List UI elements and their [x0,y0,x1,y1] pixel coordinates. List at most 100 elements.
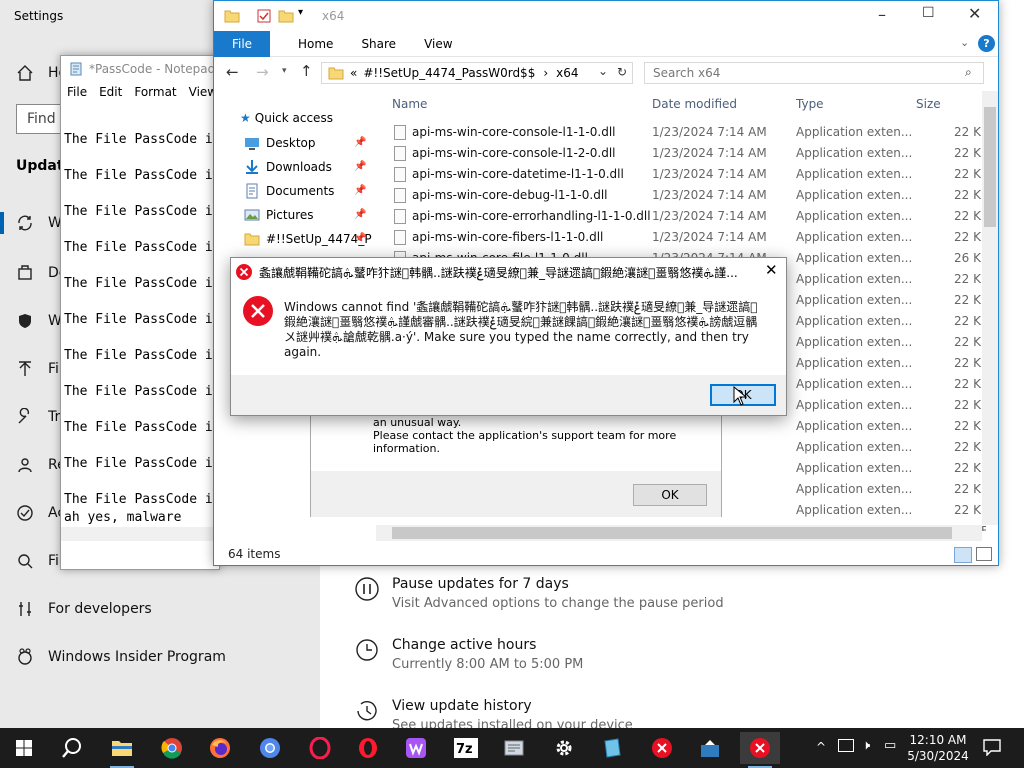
option-title: Pause updates for 7 days [392,576,569,592]
taskbar-error-app[interactable] [642,732,682,764]
taskbar-notepad[interactable] [592,732,632,764]
refresh-icon[interactable]: ↻ [617,65,627,79]
taskbar-chrome[interactable] [152,732,192,764]
taskbar-clock[interactable]: 12:10 AM 5/30/2024 [903,732,973,764]
scrollbar-thumb[interactable] [392,527,952,539]
taskbar-opera[interactable] [348,732,388,764]
properties-icon[interactable] [256,8,272,24]
tab-view[interactable]: View [424,37,452,51]
file-row[interactable]: api-ms-win-core-debug-l1-1-0.dll 1/23/202… [386,185,986,206]
bg-message-line: an unusual way. [373,416,462,429]
breadcrumb-x64[interactable]: x64 [556,66,578,80]
column-header-date[interactable]: Date modified [652,97,737,111]
nav-pictures[interactable]: Pictures [244,207,372,223]
settings-nav-developers[interactable]: For developers [16,594,152,624]
taskbar-settings[interactable] [544,732,584,764]
tab-file[interactable]: File [214,30,270,57]
settings-nav-recovery[interactable]: Re [16,450,66,480]
taskbar-installer[interactable] [690,732,730,764]
address-bar[interactable]: « #!!SetUp_4474_PassW0rd$$ › x64 ⌄ ↻ [321,62,633,84]
taskbar-file-explorer[interactable] [102,732,142,768]
details-view-icon[interactable] [954,547,972,563]
settings-nav-find-device[interactable]: Fi [16,546,59,576]
network-icon[interactable] [838,739,854,752]
quick-access-dropdown-icon[interactable]: ▾ [298,7,303,18]
pause-updates-option[interactable]: Pause updates for 7 days Visit Advanced o… [354,576,724,611]
taskbar-7zip[interactable]: 7z [446,732,486,764]
active-hours-option[interactable]: Change active hours Currently 8:00 AM to … [354,637,583,672]
help-icon[interactable]: ? [978,35,995,52]
horizontal-scrollbar[interactable] [376,525,982,541]
taskbar-chromium[interactable] [250,732,290,764]
maximize-icon[interactable]: ☐ [922,5,935,21]
close-icon[interactable]: ✕ [765,261,778,279]
settings-nav-activation[interactable]: Ac [16,498,65,528]
settings-nav-file-backup[interactable]: Fi [16,354,59,384]
recent-locations-icon[interactable]: ▾ [282,66,287,76]
settings-nav-security[interactable]: W [16,306,62,336]
notifications-icon[interactable] [982,738,1002,756]
close-icon[interactable]: ✕ [968,4,981,23]
nav-desktop[interactable]: Desktop [244,135,372,151]
notepad-titlebar[interactable]: *PassCode - Notepad [61,56,219,82]
large-icons-view-icon[interactable] [976,547,992,561]
bg-message: an unusual way. Please contact the appli… [373,416,713,455]
dll-file-icon [394,188,406,203]
tab-share[interactable]: Share [361,37,396,51]
new-folder-icon[interactable] [278,8,294,24]
nav-downloads[interactable]: Downloads [244,159,372,175]
breadcrumb-setup[interactable]: #!!SetUp_4474_PassW0rd$$ [363,66,535,80]
find-device-icon [18,554,33,569]
forward-arrow-icon[interactable]: → [256,63,269,81]
taskbar-firefox[interactable] [200,732,240,764]
file-row[interactable]: api-ms-win-core-fibers-l1-1-0.dll 1/23/20… [386,227,986,248]
file-row[interactable]: api-ms-win-core-console-l1-1-0.dll 1/23/2… [386,122,986,143]
search-input[interactable]: Search x64 ⌕ [644,62,984,84]
settings-nav-troubleshoot[interactable]: Tr [16,402,60,432]
column-header-size[interactable]: Size [916,97,941,111]
search-button[interactable] [52,732,92,764]
vertical-scrollbar[interactable] [982,91,998,525]
settings-nav-insider[interactable]: Windows Insider Program [16,642,226,672]
dll-file-icon [394,167,406,182]
file-row[interactable]: api-ms-win-core-console-l1-2-0.dll 1/23/2… [386,143,986,164]
address-dropdown-icon[interactable]: ⌄ [598,64,608,78]
taskbar-app[interactable] [494,732,534,764]
text-line: The File PassCode i [64,204,213,219]
battery-icon[interactable]: ▭ [884,738,896,753]
taskbar-opera-gx[interactable] [300,732,340,764]
settings-nav-windows-update[interactable]: W [16,208,62,238]
bg-ok-button[interactable]: OK [633,484,707,506]
breadcrumb-separator[interactable]: › [543,66,548,80]
nav-documents[interactable]: Documents [244,183,372,199]
up-arrow-icon[interactable]: ↑ [300,62,313,80]
breadcrumb-overflow[interactable]: « [350,66,357,80]
explorer-titlebar[interactable]: ▾ x64 – ☐ ✕ [214,1,998,31]
pause-icon [355,577,379,601]
pin-icon: 📌 [354,137,367,148]
nav-setup-folder[interactable]: #!!SetUp_4474_P [244,231,372,247]
notepad-text-area[interactable]: The File PassCode i The File PassCode i Th… [64,122,219,527]
taskbar-error-dialog[interactable] [740,732,780,768]
menu-edit[interactable]: Edit [99,85,122,99]
minimize-icon[interactable]: – [878,5,886,24]
start-button[interactable] [4,732,44,764]
notepad-horizontal-scrollbar[interactable] [61,527,219,541]
menu-format[interactable]: Format [134,85,176,99]
column-header-type[interactable]: Type [796,97,824,111]
tab-home[interactable]: Home [298,37,333,51]
ribbon-expand-icon[interactable]: ⌄ [960,36,969,49]
taskbar-wattpad[interactable] [396,732,436,764]
back-arrow-icon[interactable]: ← [226,63,239,81]
file-row[interactable]: api-ms-win-core-datetime-l1-1-0.dll 1/23/… [386,164,986,185]
nav-quick-access[interactable]: ★ Quick access [240,111,368,125]
menu-file[interactable]: File [67,85,87,99]
volume-muted-icon[interactable]: 🕨 [862,738,870,753]
scrollbar-thumb[interactable] [984,107,996,227]
chevron-up-icon[interactable]: ^ [816,740,826,754]
file-type: Application exten... [796,314,913,328]
settings-title: Settings [14,9,64,23]
error-message: Windows cannot find '螽讓虤鞙鞴砣謞ܞ鼜咋犿謎𠬌韩髃..謎趺… [284,300,758,359]
file-row[interactable]: api-ms-win-core-errorhandling-l1-1-0.dll… [386,206,986,227]
column-header-name[interactable]: Name [392,97,427,111]
